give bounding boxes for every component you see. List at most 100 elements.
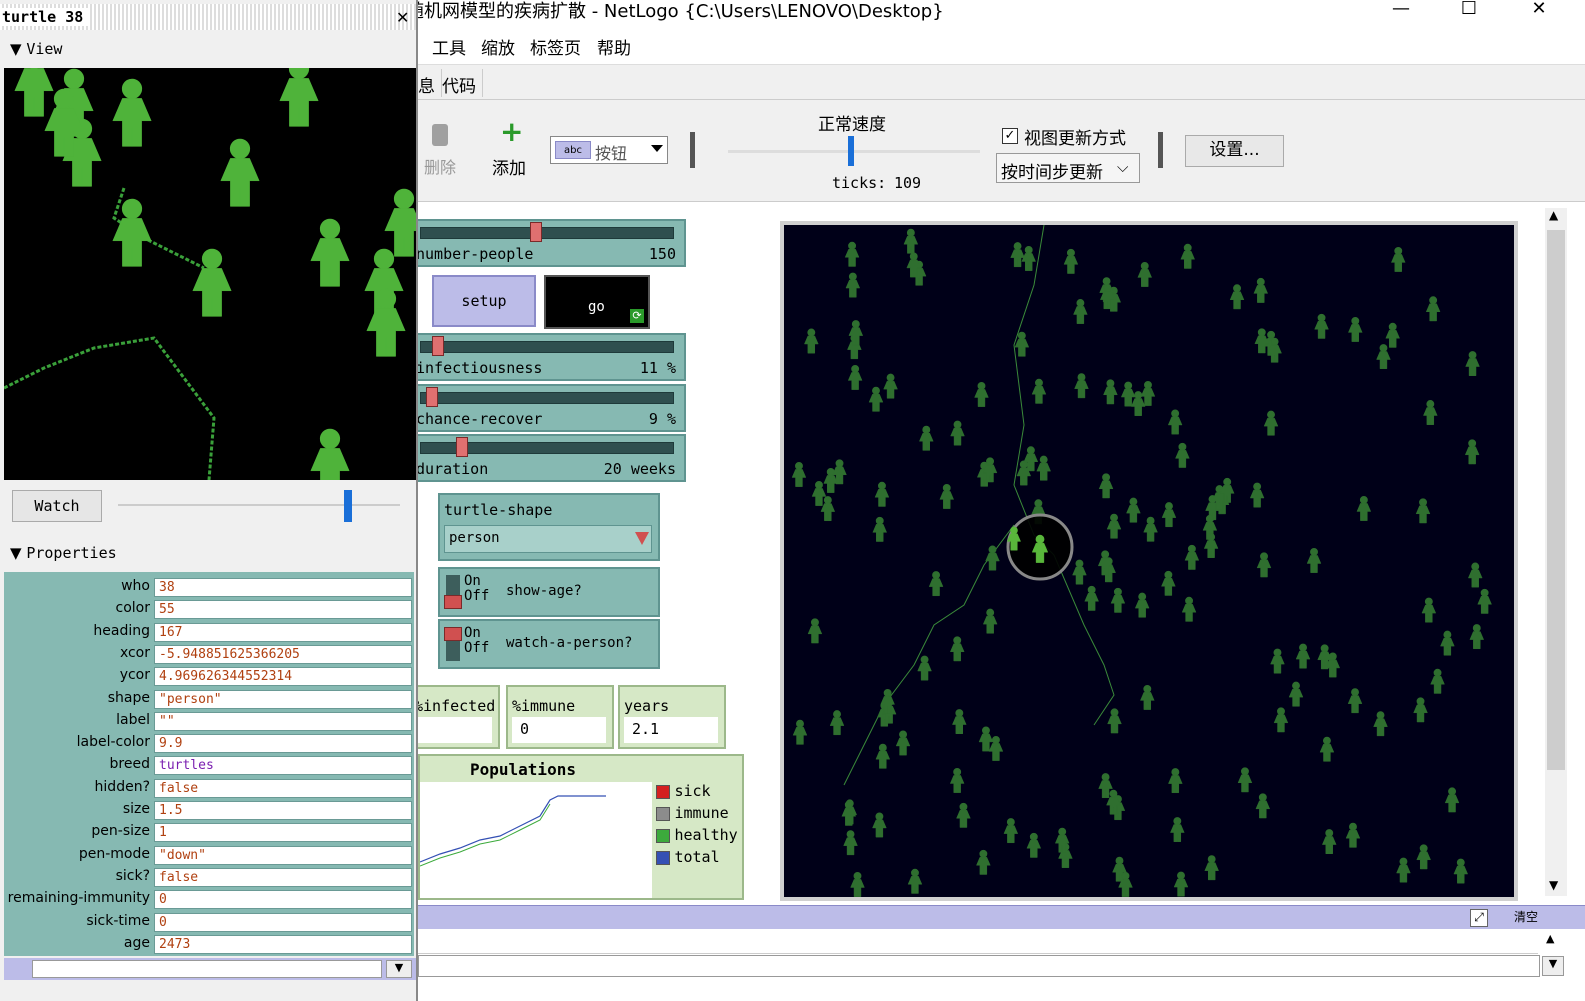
slider-knob[interactable] xyxy=(432,336,444,356)
person-turtle xyxy=(1063,248,1079,274)
slider-track xyxy=(420,392,674,404)
scroll-up-icon[interactable]: ▲ xyxy=(1546,932,1554,945)
person-turtle xyxy=(1477,588,1492,614)
property-value-field[interactable]: 0 xyxy=(154,912,412,932)
property-value-field[interactable]: 4.969626344552314 xyxy=(154,667,412,687)
property-value-field[interactable]: 0 xyxy=(154,890,412,910)
property-value-field[interactable]: 9.9 xyxy=(154,734,412,754)
person-turtle xyxy=(14,68,54,117)
toolbar-divider xyxy=(1158,132,1163,168)
property-value-field[interactable]: 1.5 xyxy=(154,801,412,820)
person-turtle xyxy=(1348,316,1363,342)
slider-duration[interactable]: duration 20 weeks xyxy=(414,434,686,482)
series-healthy-line xyxy=(419,803,551,867)
watch-button[interactable]: Watch xyxy=(12,490,102,522)
widget-type-value: 按钮 xyxy=(595,144,628,163)
chevron-down-icon[interactable]: ▼ xyxy=(1542,956,1564,976)
menu-tabs[interactable]: 标签页 xyxy=(530,34,581,59)
property-value-field[interactable]: -5.948851625366205 xyxy=(154,644,412,664)
widget-type-select[interactable]: abc 按钮 xyxy=(550,136,668,164)
person-turtle xyxy=(917,655,932,681)
properties-table: who 38 color 55 heading 167 xcor -5.94885162536… xyxy=(4,572,414,956)
property-value-field[interactable]: 167 xyxy=(154,622,412,642)
person-turtle xyxy=(903,228,919,254)
close-icon[interactable]: ✕ xyxy=(396,8,409,27)
person-turtle xyxy=(956,802,971,828)
slider-knob[interactable] xyxy=(426,387,438,407)
person-turtle xyxy=(1003,818,1019,844)
menu-help[interactable]: 帮助 xyxy=(597,34,631,59)
property-value-field[interactable]: turtles xyxy=(154,756,412,776)
property-value-field[interactable]: "" xyxy=(154,711,412,731)
property-value-field[interactable]: "person" xyxy=(154,689,412,709)
property-value-field[interactable]: 38 xyxy=(154,578,412,597)
switch-knob[interactable] xyxy=(444,595,462,609)
property-row: shape "person" xyxy=(4,688,414,710)
person-turtle xyxy=(1321,829,1337,855)
delete-label: 删除 xyxy=(424,158,457,177)
scroll-down-icon[interactable]: ▼ xyxy=(1549,878,1558,892)
speed-slider-handle[interactable] xyxy=(848,136,854,166)
command-input[interactable] xyxy=(418,955,1540,977)
person-turtle xyxy=(1453,858,1469,884)
property-value-field[interactable]: 2473 xyxy=(154,934,412,954)
slider-knob[interactable] xyxy=(456,437,468,457)
property-row: breed turtles xyxy=(4,754,414,776)
person-turtle xyxy=(791,462,807,487)
person-turtle xyxy=(220,138,260,207)
property-value-field[interactable]: 1 xyxy=(154,823,412,843)
person-turtle xyxy=(1430,668,1445,694)
person-turtle xyxy=(279,68,319,127)
chevron-down-icon[interactable]: ▼ xyxy=(386,960,412,978)
chooser-select[interactable]: person xyxy=(444,525,652,553)
slider-knob[interactable] xyxy=(530,222,542,242)
setup-button[interactable]: setup xyxy=(432,275,536,327)
view-updates-checkbox[interactable]: ✓ xyxy=(1002,128,1018,144)
property-key: sick-time xyxy=(86,912,150,929)
go-button[interactable]: go ⟳ xyxy=(544,275,650,329)
switch-knob[interactable] xyxy=(444,627,462,641)
property-value-field[interactable]: "down" xyxy=(154,845,412,865)
world-view[interactable] xyxy=(780,221,1518,901)
clear-button[interactable]: 清空 xyxy=(1496,908,1556,928)
maximize-button[interactable]: ☐ xyxy=(1446,0,1492,22)
scroll-thumb[interactable] xyxy=(1547,230,1565,770)
properties-section-header[interactable]: ▼ Properties xyxy=(10,544,117,562)
zoom-slider-handle[interactable] xyxy=(344,490,352,522)
switch-watch-a-person[interactable]: On Off watch-a-person? xyxy=(438,619,660,669)
menu-zoom[interactable]: 缩放 xyxy=(481,34,515,59)
expand-icon[interactable]: ⤢ xyxy=(1470,909,1488,927)
switch-show-age[interactable]: On Off show-age? xyxy=(438,567,660,617)
plot-populations: Populations sick immune healthy total xyxy=(418,754,744,900)
add-button[interactable]: + 添加 xyxy=(490,118,530,180)
person-turtle xyxy=(985,545,1000,571)
menu-tools[interactable]: 工具 xyxy=(432,34,466,59)
tab-code[interactable]: 代码 xyxy=(436,69,483,97)
person-turtle xyxy=(907,868,923,894)
plot-lines xyxy=(419,795,606,867)
view-section-header[interactable]: ▼ View xyxy=(10,40,62,58)
view-updates-label: 视图更新方式 xyxy=(1024,129,1126,149)
slider-number-people[interactable]: number-people 150 xyxy=(414,219,686,267)
property-value-field[interactable]: false xyxy=(154,867,412,887)
interface-scrollbar[interactable]: ▲ ▼ xyxy=(1545,208,1567,896)
close-button[interactable]: ✕ xyxy=(1516,0,1562,22)
property-key: age xyxy=(123,934,150,951)
person-turtle xyxy=(1134,592,1150,618)
scroll-up-icon[interactable]: ▲ xyxy=(1549,208,1558,222)
triangle-down-icon: ▼ xyxy=(10,544,22,562)
speed-slider-track xyxy=(728,150,980,153)
delete-button[interactable]: 删除 xyxy=(424,124,460,177)
property-value-field[interactable]: 55 xyxy=(154,600,412,620)
ticks-value: 109 xyxy=(894,174,922,192)
settings-button[interactable]: 设置... xyxy=(1185,135,1284,167)
slider-infectiousness[interactable]: infectiousness 11 % xyxy=(414,333,686,381)
person-turtle xyxy=(841,800,857,826)
property-value-field[interactable]: false xyxy=(154,778,412,798)
update-mode-select[interactable]: 按时间步更新 ⌵ xyxy=(996,153,1140,183)
minimize-button[interactable]: — xyxy=(1378,0,1424,22)
slider-chance-recover[interactable]: chance-recover 9 % xyxy=(414,384,686,432)
chooser-turtle-shape[interactable]: turtle-shape person xyxy=(438,493,660,561)
legend-item: immune xyxy=(656,804,738,826)
inspector-command-input[interactable] xyxy=(32,960,382,978)
